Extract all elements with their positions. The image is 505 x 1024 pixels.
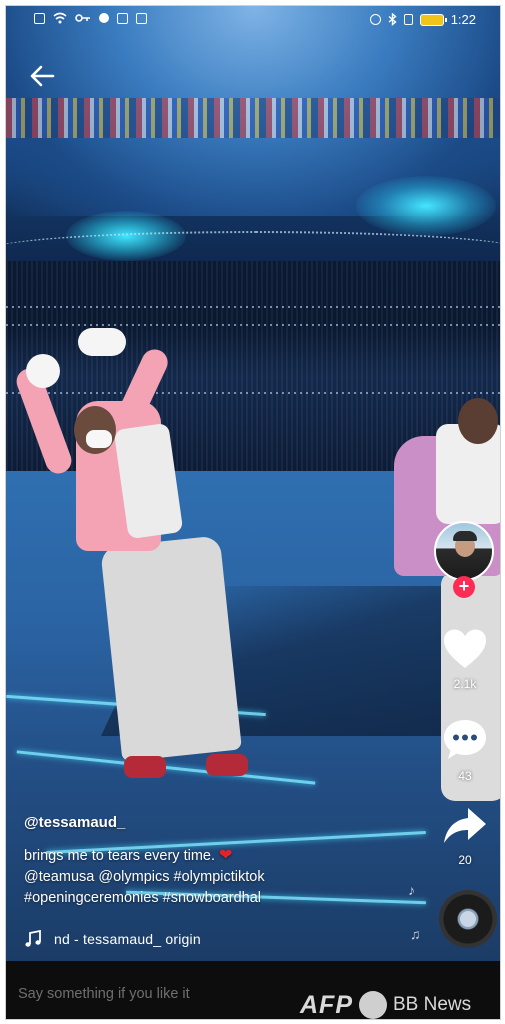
heart-emoji-icon: ❤ — [219, 847, 233, 864]
crowd-light-row — [6, 306, 500, 308]
comment-bubble-icon — [444, 720, 486, 759]
dancer-boot — [124, 756, 166, 778]
nfc-icon — [117, 12, 128, 24]
dancer-mask — [86, 430, 112, 448]
dancer-head — [458, 398, 498, 444]
watermark-bb-news: BB News — [393, 994, 472, 1015]
wifi-icon — [53, 12, 67, 24]
music-title: nd - tessamaud_ origin — [54, 931, 201, 947]
image-icon — [136, 12, 147, 24]
music-info[interactable]: nd - tessamaud_ origin — [24, 928, 434, 950]
status-time: 1:22 — [450, 12, 476, 27]
like-count: 2.1k — [453, 677, 477, 691]
dancer-glove — [78, 328, 126, 356]
watermark-afp: AFP — [300, 990, 353, 1019]
status-bar: 1:22 — [6, 6, 500, 34]
notification-icon — [34, 12, 45, 24]
status-left-icons — [34, 12, 147, 24]
crowd-light-row — [6, 392, 500, 394]
music-disc[interactable] — [439, 890, 497, 948]
caption-hashtags[interactable]: @teamusa @olympics #olympictiktok — [24, 867, 424, 888]
dancer-glove — [26, 354, 60, 388]
watermark-logo-icon — [359, 991, 387, 1019]
disc-cover — [458, 909, 478, 929]
caption-line-1: brings me to tears every time. — [24, 848, 215, 864]
music-note-icon — [25, 930, 41, 947]
crowd-light-row — [6, 324, 500, 326]
back-button[interactable] — [24, 58, 60, 94]
comment-input[interactable] — [18, 983, 318, 1005]
dancer-pants — [100, 535, 242, 762]
heart-icon — [444, 629, 486, 668]
video-caption: @tessamaud_ brings me to tears every tim… — [24, 814, 424, 909]
afpbb-watermark: AFP BB News — [300, 988, 471, 1022]
flag-banner — [6, 98, 500, 138]
dancer-boot — [206, 754, 248, 776]
share-button[interactable]: 20 — [436, 806, 494, 867]
status-right-icons: 1:22 — [369, 12, 476, 27]
settings-icon — [99, 13, 109, 23]
key-icon — [75, 14, 90, 22]
caption-text: brings me to tears every time. ❤ — [24, 845, 424, 867]
alarm-icon — [369, 14, 381, 25]
follow-button[interactable]: + — [453, 576, 475, 598]
bluetooth-icon — [388, 13, 397, 26]
share-count: 20 — [458, 853, 472, 867]
phone-screen: 1:22 + 2.1k 43 20 ♪ ♫ @tessamaud_ brings… — [5, 5, 501, 1020]
stage-light — [356, 176, 496, 236]
creator-avatar[interactable] — [434, 521, 494, 581]
comment-button[interactable]: 43 — [436, 718, 494, 783]
back-arrow-icon — [30, 65, 55, 87]
avatar-cap — [453, 531, 477, 541]
share-arrow-icon — [444, 808, 486, 843]
caption-hashtags[interactable]: #openingceremonies #snowboardhal — [24, 888, 424, 909]
battery-icon — [419, 13, 447, 26]
comment-count: 43 — [458, 769, 472, 783]
vibrate-icon — [403, 14, 413, 25]
like-button[interactable]: 2.1k — [436, 628, 494, 691]
creator-username[interactable]: @tessamaud_ — [24, 814, 424, 831]
